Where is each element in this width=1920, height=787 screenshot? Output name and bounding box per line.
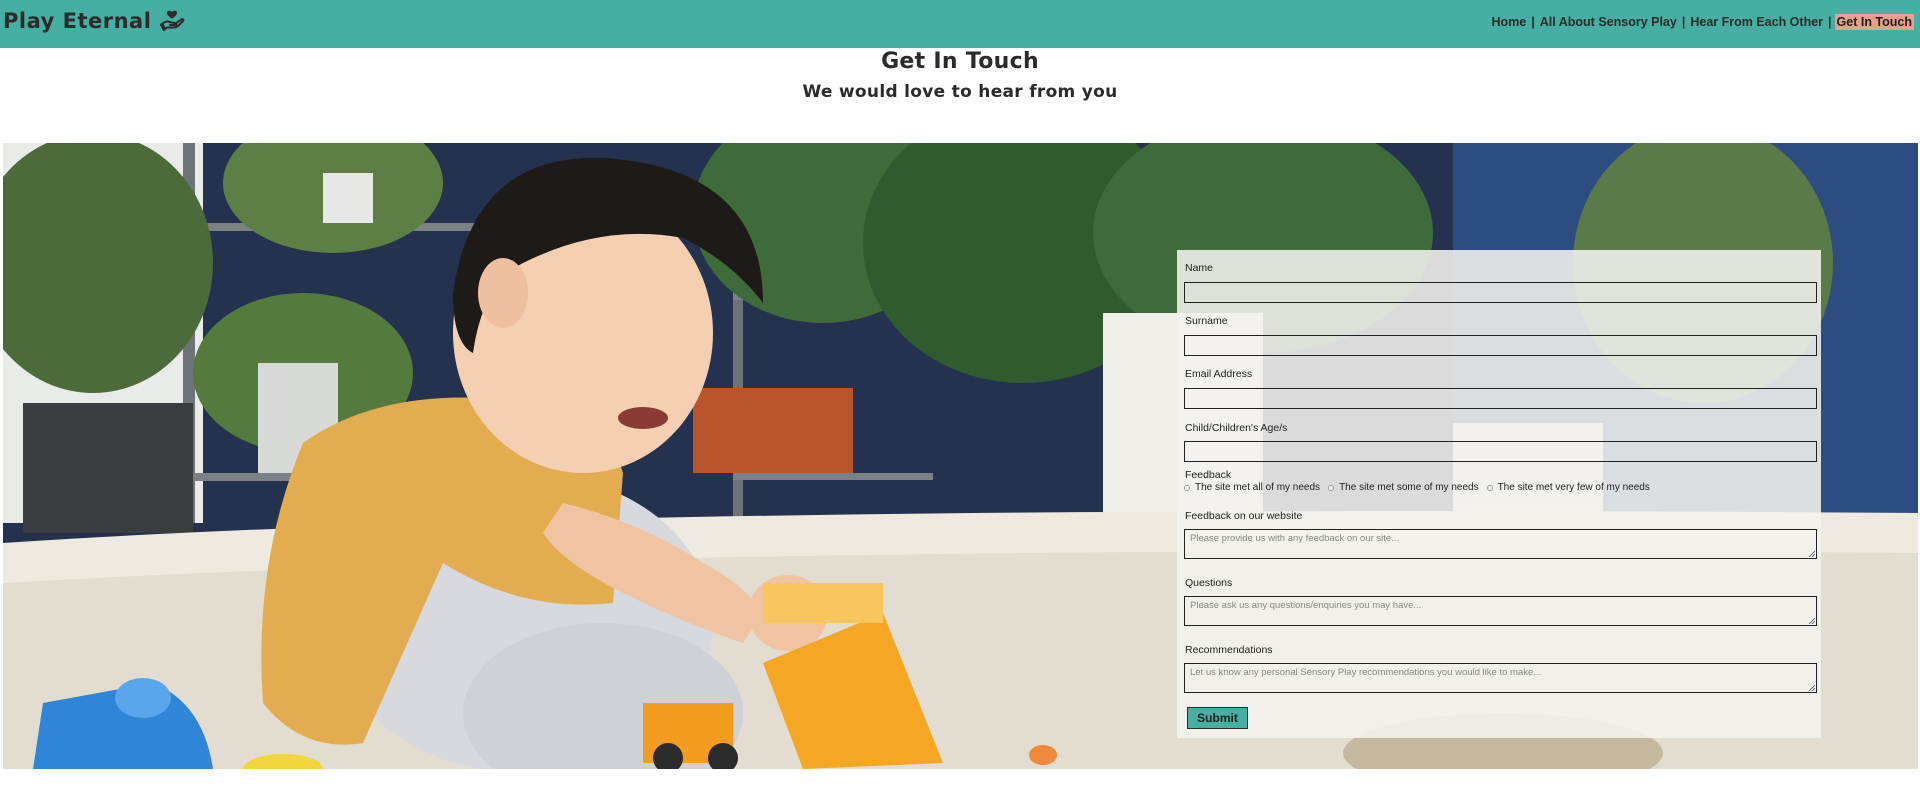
recommendations-textarea[interactable]: Let us know any personal Sensory Play re… bbox=[1184, 663, 1817, 693]
child-age-label: Child/Children's Age/s bbox=[1185, 422, 1288, 434]
brand-logo[interactable]: Play Eternal bbox=[3, 8, 185, 34]
name-label: Name bbox=[1185, 262, 1214, 274]
resize-handle-icon[interactable] bbox=[1808, 550, 1815, 557]
recommendations-label: Recommendations bbox=[1185, 644, 1273, 656]
nav-separator: | bbox=[1681, 15, 1686, 29]
feedback-option-some[interactable]: The site met some of my needs bbox=[1328, 482, 1479, 493]
questions-textarea[interactable]: Please ask us any questions/enquiries yo… bbox=[1184, 596, 1817, 626]
radio-button[interactable] bbox=[1184, 484, 1190, 491]
nav-sensory-play-link[interactable]: All About Sensory Play bbox=[1538, 14, 1679, 30]
radio-label: The site met all of my needs bbox=[1195, 482, 1321, 493]
nav-home-link[interactable]: Home bbox=[1490, 14, 1529, 30]
email-input[interactable] bbox=[1184, 388, 1817, 409]
nav-separator: | bbox=[1531, 15, 1535, 29]
surname-label: Surname bbox=[1185, 315, 1228, 327]
nav-hear-from-each-other-link[interactable]: Hear From Each Other bbox=[1688, 14, 1825, 30]
page-heading: Get In Touch We would love to hear from … bbox=[0, 48, 1920, 102]
page-subtitle: We would love to hear from you bbox=[802, 82, 1118, 102]
questions-label: Questions bbox=[1185, 577, 1233, 589]
website-feedback-placeholder: Please provide us with any feedback on o… bbox=[1190, 533, 1400, 544]
questions-placeholder: Please ask us any questions/enquiries yo… bbox=[1190, 600, 1422, 611]
main-nav: Home | All About Sensory Play | Hear Fro… bbox=[1490, 14, 1914, 30]
child-age-input[interactable] bbox=[1184, 441, 1817, 462]
hand-heart-icon bbox=[160, 10, 185, 31]
nav-separator: | bbox=[1828, 15, 1832, 29]
name-input[interactable] bbox=[1184, 282, 1817, 303]
feedback-radio-group: The site met all of my needs The site me… bbox=[1184, 482, 1658, 493]
website-feedback-textarea[interactable]: Please provide us with any feedback on o… bbox=[1184, 529, 1817, 559]
radio-label: The site met very few of my needs bbox=[1497, 482, 1650, 493]
brand-name: Play Eternal bbox=[3, 9, 152, 33]
radio-button[interactable] bbox=[1328, 484, 1335, 491]
radio-button[interactable] bbox=[1486, 484, 1493, 491]
nav-get-in-touch-link[interactable]: Get In Touch bbox=[1834, 14, 1914, 30]
submit-button[interactable]: Submit bbox=[1187, 707, 1248, 729]
radio-label: The site met some of my needs bbox=[1339, 482, 1479, 493]
recommendations-placeholder: Let us know any personal Sensory Play re… bbox=[1190, 667, 1542, 678]
surname-input[interactable] bbox=[1184, 335, 1817, 356]
contact-form: Name Surname Email Address Child/Childre… bbox=[1177, 250, 1821, 738]
feedback-option-all[interactable]: The site met all of my needs bbox=[1184, 482, 1320, 493]
feedback-option-few[interactable]: The site met very few of my needs bbox=[1486, 482, 1650, 493]
page-title: Get In Touch bbox=[881, 49, 1039, 74]
feedback-label: Feedback bbox=[1185, 469, 1232, 481]
email-label: Email Address bbox=[1185, 368, 1253, 380]
website-feedback-label: Feedback on our website bbox=[1185, 510, 1303, 522]
resize-handle-icon[interactable] bbox=[1808, 684, 1815, 691]
top-navbar: Play Eternal Home | All About Sensory Pl… bbox=[0, 0, 1920, 48]
resize-handle-icon[interactable] bbox=[1808, 617, 1815, 624]
